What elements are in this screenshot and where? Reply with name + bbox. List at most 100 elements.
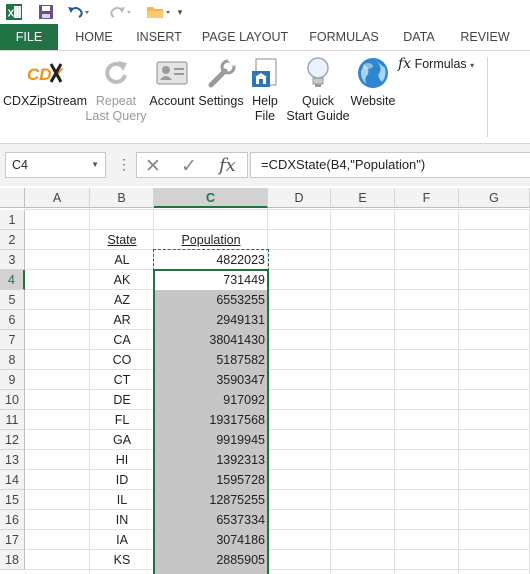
state-cell[interactable]: AL — [90, 250, 154, 270]
quick-access-toolbar: X ▾ — [0, 0, 530, 24]
undo-icon[interactable] — [64, 2, 94, 22]
state-cell[interactable]: KS — [90, 550, 154, 570]
cancel-x-icon[interactable]: ✕ — [145, 155, 161, 178]
tab-formulas[interactable]: FORMULAS — [304, 24, 384, 50]
cdxzipstream-button[interactable]: CDX CDXZipStream — [2, 55, 88, 109]
row-header-13[interactable]: 13 — [0, 450, 25, 470]
population-cell[interactable]: 12875255 — [154, 490, 268, 510]
website-button[interactable]: Website — [346, 55, 400, 109]
svg-text:X: X — [8, 9, 15, 20]
formulas-dropdown[interactable]: 𝑓x Formulas ▾ — [398, 57, 480, 73]
checkmark-icon[interactable]: ✓ — [181, 155, 197, 178]
state-cell[interactable]: CO — [90, 350, 154, 370]
population-cell[interactable]: 6537334 — [154, 510, 268, 530]
row-header-2[interactable]: 2 — [0, 230, 25, 250]
tab-insert[interactable]: INSERT — [130, 24, 188, 50]
row-header-17[interactable]: 17 — [0, 530, 25, 550]
account-label: Account — [149, 94, 195, 108]
row-header-9[interactable]: 9 — [0, 370, 25, 390]
help-file-button[interactable]: Help File — [246, 55, 284, 124]
row-header-12[interactable]: 12 — [0, 430, 25, 450]
population-cell[interactable]: 9919945 — [154, 430, 268, 450]
state-cell[interactable]: CT — [90, 370, 154, 390]
population-cell[interactable]: 38041430 — [154, 330, 268, 350]
column-header-c[interactable]: C — [154, 188, 268, 208]
gridline-vertical — [458, 210, 459, 574]
population-cell[interactable]: 1392313 — [154, 450, 268, 470]
customize-qat-icon[interactable]: ▾ — [174, 2, 186, 22]
state-cell[interactable]: IA — [90, 530, 154, 550]
state-cell[interactable]: AR — [90, 310, 154, 330]
population-cell[interactable]: 19317568 — [154, 410, 268, 430]
quick-start-label-line2: Start Guide — [286, 109, 350, 123]
formula-input[interactable]: =CDXState(B4,"Population") — [250, 152, 530, 178]
gridline-vertical — [394, 210, 395, 574]
row-header-6[interactable]: 6 — [0, 310, 25, 330]
account-button[interactable]: Account — [146, 55, 198, 109]
name-box[interactable]: C4 ▼ — [5, 152, 106, 178]
column-header-g[interactable]: G — [459, 188, 530, 208]
row-header-8[interactable]: 8 — [0, 350, 25, 370]
state-cell[interactable]: ID — [90, 470, 154, 490]
population-cell[interactable]: 1595728 — [154, 470, 268, 490]
row-header-11[interactable]: 11 — [0, 410, 25, 430]
repeat-last-query-button[interactable]: Repeat Last Query — [84, 55, 148, 124]
tab-data[interactable]: DATA — [394, 24, 444, 50]
state-cell[interactable]: IL — [90, 490, 154, 510]
settings-button[interactable]: Settings — [196, 55, 246, 109]
help-file-icon — [246, 55, 284, 91]
formula-bar-grip-icon[interactable]: ⋮ — [117, 156, 131, 173]
formula-bar: C4 ▼ ⋮ ✕ ✓ fx =CDXState(B4,"Population") — [0, 144, 530, 186]
population-cell[interactable]: 4822023 — [154, 250, 268, 270]
state-cell[interactable]: IN — [90, 510, 154, 530]
row-header-16[interactable]: 16 — [0, 510, 25, 530]
row-header-18[interactable]: 18 — [0, 550, 25, 570]
row-header-1[interactable]: 1 — [0, 210, 25, 230]
state-column-header[interactable]: State — [90, 230, 154, 250]
row-header-15[interactable]: 15 — [0, 490, 25, 510]
population-cell[interactable]: 5187582 — [154, 350, 268, 370]
column-header-a[interactable]: A — [25, 188, 90, 208]
tab-file[interactable]: FILE — [0, 24, 58, 50]
population-column-header[interactable]: Population — [154, 230, 268, 250]
tab-home[interactable]: HOME — [66, 24, 122, 50]
row-header-4[interactable]: 4 — [0, 270, 25, 290]
column-header-e[interactable]: E — [331, 188, 395, 208]
formula-buttons: ✕ ✓ fx — [136, 152, 248, 178]
column-header-b[interactable]: B — [90, 188, 154, 208]
account-card-icon — [146, 55, 198, 91]
state-cell[interactable]: AZ — [90, 290, 154, 310]
help-label-line1: Help — [252, 94, 278, 108]
insert-function-icon[interactable]: fx — [219, 155, 236, 176]
folder-icon[interactable] — [144, 2, 174, 22]
state-cell[interactable]: GA — [90, 430, 154, 450]
name-box-dropdown-icon[interactable]: ▼ — [91, 153, 99, 177]
population-cell[interactable]: 3074186 — [154, 530, 268, 550]
state-cell[interactable]: FL — [90, 410, 154, 430]
population-cell[interactable]: 3590347 — [154, 370, 268, 390]
row-header-7[interactable]: 7 — [0, 330, 25, 350]
row-header-14[interactable]: 14 — [0, 470, 25, 490]
column-header-f[interactable]: F — [395, 188, 459, 208]
population-cell[interactable]: 2949131 — [154, 310, 268, 330]
row-header-5[interactable]: 5 — [0, 290, 25, 310]
save-icon[interactable] — [36, 2, 56, 22]
state-cell[interactable]: AK — [90, 270, 154, 290]
population-cell[interactable]: 731449 — [154, 270, 268, 290]
population-cell[interactable]: 917092 — [154, 390, 268, 410]
tab-review[interactable]: REVIEW — [454, 24, 516, 50]
redo-icon[interactable] — [106, 2, 136, 22]
worksheet-grid: A B C D E F G 1 2 3 4 5 6 7 8 9 10 11 12 13 14 15 16 17 18 State P… — [0, 186, 530, 574]
row-header-10[interactable]: 10 — [0, 390, 25, 410]
quick-start-guide-button[interactable]: Quick Start Guide — [284, 55, 352, 124]
population-cell[interactable]: 6553255 — [154, 290, 268, 310]
select-all-corner[interactable] — [0, 188, 25, 208]
state-cell[interactable]: DE — [90, 390, 154, 410]
population-cell[interactable]: 2885905 — [154, 550, 268, 570]
state-cell[interactable]: CA — [90, 330, 154, 350]
excel-logo-icon[interactable]: X — [4, 2, 24, 22]
column-header-d[interactable]: D — [268, 188, 331, 208]
row-header-3[interactable]: 3 — [0, 250, 25, 270]
tab-page-layout[interactable]: PAGE LAYOUT — [196, 24, 294, 50]
state-cell[interactable]: HI — [90, 450, 154, 470]
